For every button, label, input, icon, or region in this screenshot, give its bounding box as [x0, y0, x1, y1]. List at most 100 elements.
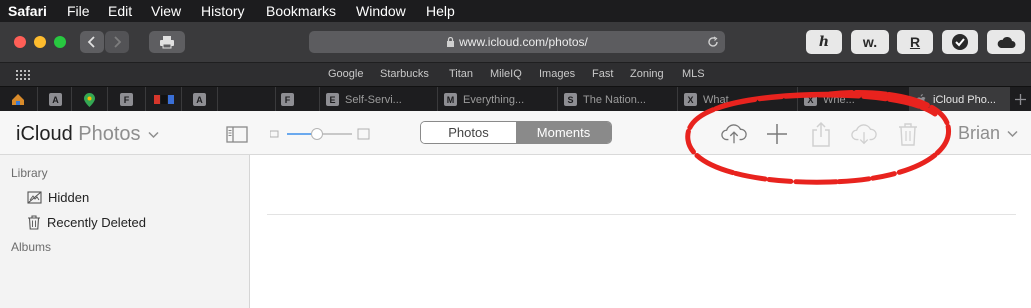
tab-label: What... — [703, 93, 738, 106]
favorites-bar: Google Starbucks Titan MileIQ Images Fas… — [0, 62, 1031, 86]
favorite-images[interactable]: Images — [539, 68, 575, 80]
tab-what[interactable]: X What... — [678, 87, 798, 112]
plus-icon — [767, 124, 787, 144]
trash-icon — [28, 215, 40, 230]
account-menu[interactable]: Brian — [958, 123, 1018, 144]
favorite-mileiq[interactable]: MileIQ — [490, 68, 522, 80]
chevron-right-icon — [114, 36, 122, 48]
menu-bar: Safari File Edit View History Bookmarks … — [0, 0, 1031, 22]
back-button[interactable] — [80, 31, 104, 53]
npr-logo-icon — [154, 95, 174, 104]
plus-icon — [1015, 94, 1026, 105]
zoom-slider[interactable] — [269, 127, 370, 140]
cloud-download-icon — [851, 124, 877, 145]
download-button[interactable] — [851, 121, 877, 147]
print-button[interactable] — [149, 31, 185, 53]
pinned-tab-f[interactable]: F — [108, 87, 146, 112]
screen: Safari File Edit View History Bookmarks … — [0, 0, 1031, 308]
segment-photos[interactable]: Photos — [421, 122, 516, 143]
favorite-zoning[interactable]: Zoning — [630, 68, 664, 80]
new-tab-button[interactable] — [1010, 87, 1031, 112]
delete-button[interactable] — [895, 121, 921, 147]
menu-view[interactable]: View — [151, 3, 181, 19]
sidebar-item-recently-deleted[interactable]: Recently Deleted — [27, 215, 146, 230]
extension-cloud-button[interactable] — [987, 30, 1025, 54]
segment-moments[interactable]: Moments — [516, 122, 611, 143]
forward-button[interactable] — [105, 31, 129, 53]
close-window-button[interactable] — [14, 36, 26, 48]
tab-label: The Nation... — [583, 93, 646, 106]
sidebar-heading-albums: Albums — [11, 240, 52, 254]
grid-icon[interactable] — [16, 70, 30, 80]
menu-history[interactable]: History — [201, 3, 245, 19]
extension-check-button[interactable] — [942, 30, 978, 54]
favorite-titan[interactable]: Titan — [449, 68, 473, 80]
content-divider — [267, 214, 1016, 215]
tab-f[interactable]: F — [276, 87, 320, 112]
pinned-tab-maps[interactable] — [72, 87, 108, 112]
pinned-tab-a2[interactable]: A — [182, 87, 218, 112]
lock-icon — [447, 37, 455, 47]
share-button[interactable] — [808, 121, 834, 147]
trash-icon — [899, 123, 917, 146]
sidebar: Library Hidden Recently Deleted Albums — [0, 155, 250, 308]
upload-button[interactable] — [721, 121, 747, 147]
extension-w-button[interactable]: w. — [851, 30, 889, 54]
favorite-fast[interactable]: Fast — [592, 68, 613, 80]
zoom-slider-graphic — [269, 128, 370, 140]
url-text: www.icloud.com/photos/ — [459, 35, 588, 49]
tab-label: iCloud Pho... — [933, 93, 996, 106]
printer-icon — [160, 36, 174, 49]
tab-label: Whe... — [823, 93, 855, 106]
add-button[interactable] — [764, 121, 790, 147]
share-icon — [812, 121, 830, 147]
favorite-mls[interactable]: MLS — [682, 68, 705, 80]
tab-everything[interactable]: M Everything... — [438, 87, 558, 112]
sidebar-icon — [226, 125, 248, 143]
menu-window[interactable]: Window — [356, 3, 406, 19]
home-icon — [12, 94, 24, 105]
address-bar[interactable]: www.icloud.com/photos/ — [309, 31, 725, 53]
tab-icloud-photos[interactable]: iCloud Pho... — [910, 87, 1010, 112]
chevron-down-icon — [148, 131, 159, 138]
app-title[interactable]: iCloud Photos — [16, 123, 159, 146]
pinned-tab-a1[interactable]: A — [38, 87, 72, 112]
tab-favicon: F — [281, 93, 294, 106]
tab-favicon: E — [326, 93, 339, 106]
cloud-upload-icon — [721, 124, 747, 144]
extension-w-label: w. — [862, 34, 878, 50]
brand-name: iCloud — [16, 123, 73, 145]
cloud-icon — [997, 36, 1016, 48]
minimize-window-button[interactable] — [34, 36, 46, 48]
favorite-google[interactable]: Google — [328, 68, 363, 80]
map-pin-icon — [84, 92, 95, 107]
menu-file[interactable]: File — [67, 3, 90, 19]
tab-bar: A F A F E Self-Servi... M Everything... ST… — [0, 86, 1031, 112]
photos-header: iCloud Photos Photos Moments Brian — [0, 111, 1031, 155]
tab-self-service[interactable]: E Self-Servi... — [320, 87, 438, 112]
sidebar-heading-library: Library — [11, 166, 48, 180]
reload-icon[interactable] — [707, 36, 719, 48]
menu-app-safari[interactable]: Safari — [8, 3, 47, 19]
menu-bookmarks[interactable]: Bookmarks — [266, 3, 336, 19]
sidebar-item-hidden[interactable]: Hidden — [27, 190, 89, 205]
tab-label: Self-Servi... — [345, 93, 402, 106]
tab-favicon: F — [120, 93, 133, 106]
tab-favicon: X — [684, 93, 697, 106]
zoom-window-button[interactable] — [54, 36, 66, 48]
extension-r-label: R — [909, 34, 921, 50]
tab-the-nation[interactable]: S The Nation... — [558, 87, 678, 112]
pinned-tab-npr[interactable] — [146, 87, 182, 112]
pinned-tab-blank[interactable] — [218, 87, 276, 112]
pinned-tab-home[interactable] — [0, 87, 38, 112]
menu-help[interactable]: Help — [426, 3, 455, 19]
tab-whe[interactable]: X Whe... — [798, 87, 910, 112]
extension-r-button[interactable]: R — [897, 30, 933, 54]
menu-edit[interactable]: Edit — [108, 3, 132, 19]
tab-favicon: A — [193, 93, 206, 106]
favorite-starbucks[interactable]: Starbucks — [380, 68, 429, 80]
chevron-down-icon — [1007, 131, 1018, 138]
extension-h-button[interactable]: h — [806, 30, 842, 54]
tab-favicon: X — [804, 93, 817, 106]
sidebar-toggle-button[interactable] — [224, 121, 250, 147]
